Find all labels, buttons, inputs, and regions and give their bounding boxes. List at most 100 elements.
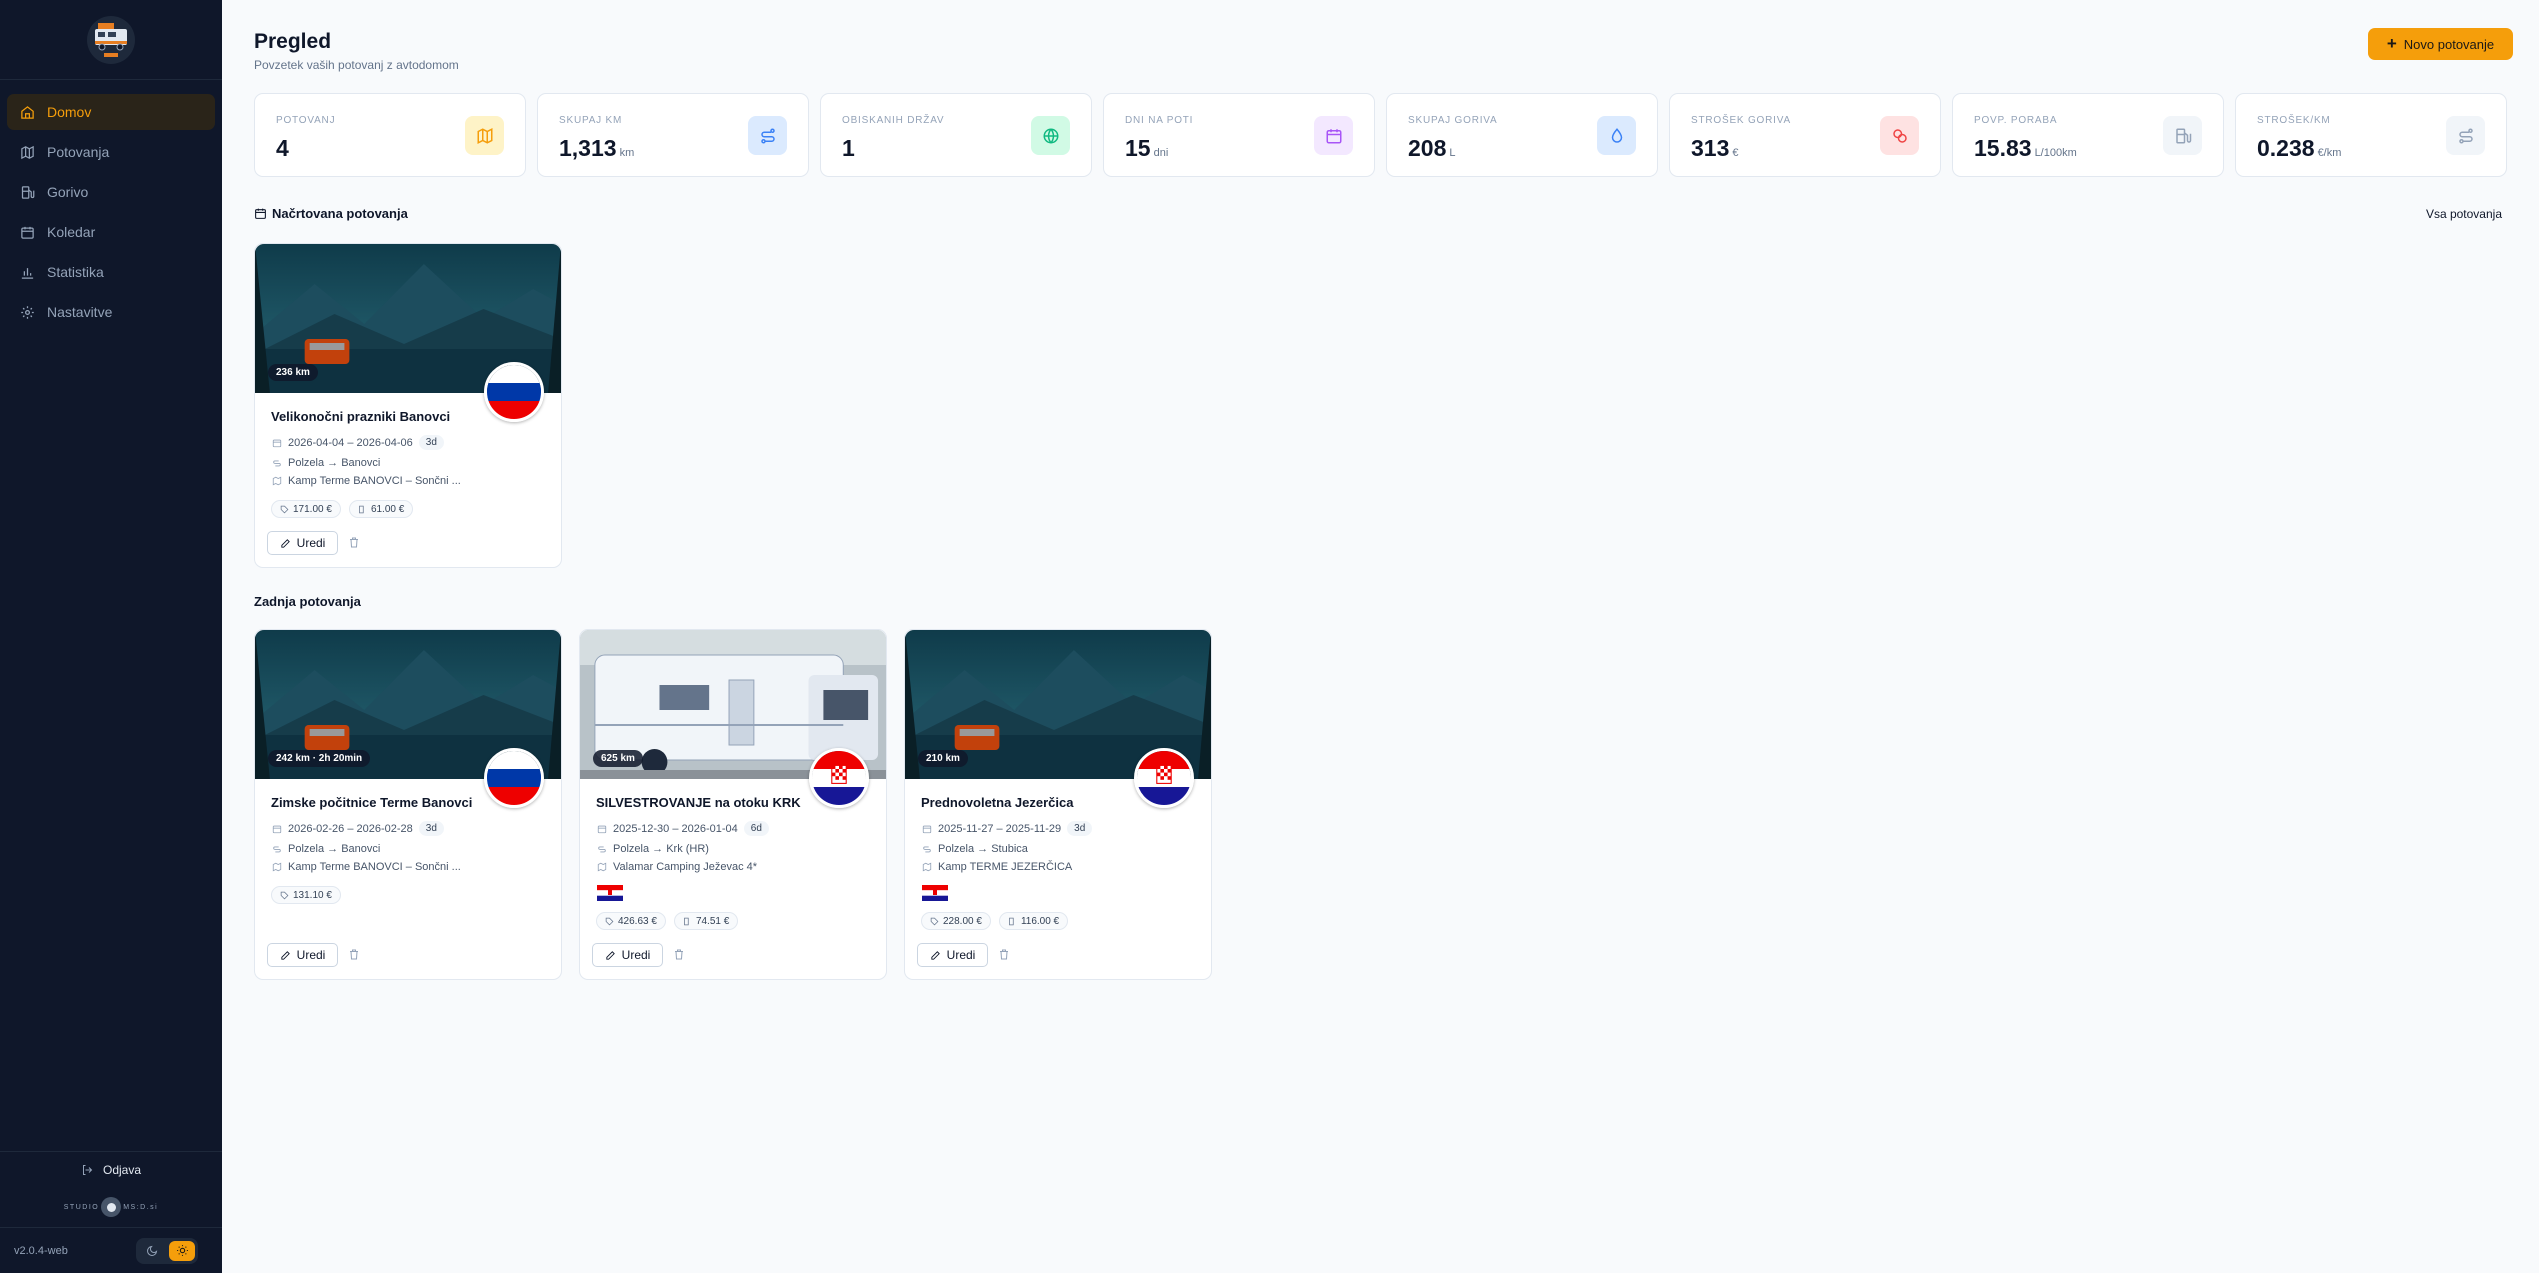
page-subtitle: Povzetek vaših potovanj z avtodomom (254, 58, 459, 72)
trip-dates: 2026-04-04 – 2026-04-06 3d (272, 435, 444, 450)
theme-toggle[interactable] (136, 1237, 198, 1264)
trip-distance-badge: 236 km (268, 364, 318, 381)
stat-label: POVP. PORABA (1974, 115, 2058, 126)
trip-title: Velikonočni prazniki Banovci (271, 409, 451, 424)
trip-card[interactable]: 625 km SILVESTROVANJE na otoku KRK 2025-… (579, 629, 887, 980)
trip-camp: Kamp Terme BANOVCI – Sončni ... (272, 475, 461, 487)
logout-icon (82, 1164, 93, 1175)
app-logo[interactable] (86, 15, 136, 65)
trip-route: Polzela → Banovci (272, 843, 380, 855)
calendar-icon (255, 208, 266, 219)
new-trip-button[interactable]: + Novo potovanje (2368, 28, 2513, 60)
map-icon (272, 476, 282, 486)
sidebar-item-label: Nastavitve (47, 304, 113, 320)
all-trips-link[interactable]: Vsa potovanja (2426, 207, 2502, 221)
sidebar-item-label: Koledar (47, 224, 96, 240)
slovenia-flag-icon (484, 748, 544, 808)
edit-icon (281, 950, 290, 960)
stats-row: POTOVANJ 4 SKUPAJ KM 1,313 km OBISKANIH D… (254, 93, 2507, 177)
fuel-icon (21, 185, 35, 199)
toll-cost-chip: 131.10 € (271, 886, 341, 904)
trash-icon[interactable] (673, 948, 685, 961)
trip-route: Polzela → Krk (HR) (597, 843, 709, 855)
globe-icon (1031, 116, 1070, 155)
trash-icon[interactable] (348, 536, 360, 549)
trip-camp: Valamar Camping Ježevac 4* (597, 861, 757, 873)
sidebar-item-nastavitve[interactable]: Nastavitve (7, 294, 215, 330)
trip-distance-badge: 210 km (918, 750, 968, 767)
trip-title: Prednovoletna Jezerčica (921, 795, 1074, 810)
studio-brand: STUDIO MS:D.si (0, 1187, 222, 1227)
home-icon (21, 105, 34, 119)
sidebar: Domov Potovanja Gorivo Koledar Statistik… (0, 0, 222, 1273)
trip-dates: 2025-12-30 – 2026-01-04 6d (597, 821, 769, 836)
fuel-icon (2163, 116, 2202, 155)
stat-card-consumption: POVP. PORABA 15.83 L/100km (1952, 93, 2224, 177)
trip-card[interactable]: 210 km Prednovoletna Jezerčica 2025-11-2… (904, 629, 1212, 980)
sidebar-item-gorivo[interactable]: Gorivo (7, 174, 215, 210)
trip-camp: Kamp TERME JEZERČICA (922, 861, 1072, 873)
route-icon (273, 460, 281, 467)
fuel-cost-chip: 74.51 € (673, 912, 739, 930)
sidebar-item-label: Potovanja (47, 144, 110, 160)
sidebar-item-label: Gorivo (47, 184, 89, 200)
moon-icon[interactable] (139, 1241, 165, 1261)
trash-icon[interactable] (348, 948, 360, 961)
trip-costs: 131.10 € (271, 886, 341, 904)
edit-trip-button[interactable]: Uredi (917, 943, 988, 967)
route-icon (748, 116, 787, 155)
stat-value: 15 dni (1125, 135, 1169, 161)
page-title: Pregled (254, 30, 332, 53)
calendar-icon (597, 825, 607, 833)
sidebar-nav: Domov Potovanja Gorivo Koledar Statistik… (0, 80, 222, 330)
sidebar-item-label: Statistika (47, 264, 104, 280)
sidebar-item-label: Domov (47, 104, 92, 120)
stat-value: 1 (842, 135, 855, 161)
fuel-cost-chip: 61.00 € (348, 500, 414, 518)
slovenia-flag-icon (484, 362, 544, 422)
edit-trip-button[interactable]: Uredi (592, 943, 663, 967)
stat-card-fuel: SKUPAJ GORIVA 208 L (1386, 93, 1658, 177)
plus-icon: + (2386, 34, 2397, 53)
edit-icon (606, 950, 615, 960)
sidebar-item-statistika[interactable]: Statistika (7, 254, 215, 290)
map-icon (597, 862, 607, 872)
trip-title: SILVESTROVANJE na otoku KRK (596, 795, 801, 810)
calendar-icon (1314, 116, 1353, 155)
edit-trip-button[interactable]: Uredi (267, 943, 338, 967)
logout-label: Odjava (102, 1162, 142, 1177)
trip-days-badge: 3d (1067, 821, 1093, 836)
route-icon (2446, 116, 2485, 155)
main-content: Pregled Povzetek vaših potovanj z avtodo… (222, 0, 2539, 1273)
stat-value: 15.83 L/100km (1974, 135, 2077, 161)
recent-section-title: Zadnja potovanja (254, 594, 361, 609)
trip-distance-badge: 625 km (593, 750, 643, 767)
trip-route: Polzela → Banovci (272, 457, 380, 469)
trip-card[interactable]: 236 km Velikonočni prazniki Banovci 2026… (254, 243, 562, 568)
stat-card-cost-per-km: STROŠEK/KM 0.238 €/km (2235, 93, 2507, 177)
stat-value: 208 L (1408, 135, 1456, 161)
trip-title: Zimske počitnice Terme Banovci (271, 795, 473, 810)
logout-button[interactable]: Odjava (0, 1151, 222, 1187)
croatia-flag-icon (809, 748, 869, 808)
trip-costs: 171.00 € 61.00 € (271, 500, 414, 518)
map-icon (272, 862, 282, 872)
droplet-icon (1597, 116, 1636, 155)
trip-days-badge: 3d (418, 435, 444, 450)
stat-card-days: DNI NA POTI 15 dni (1103, 93, 1375, 177)
sidebar-item-koledar[interactable]: Koledar (7, 214, 215, 250)
calendar-icon (272, 439, 282, 447)
edit-trip-button[interactable]: Uredi (267, 531, 338, 555)
croatia-flag-icon (922, 885, 948, 901)
trip-costs: 228.00 € 116.00 € (921, 912, 1069, 930)
trip-card[interactable]: 242 km · 2h 20min Zimske počitnice Terme… (254, 629, 562, 980)
route-icon (923, 846, 931, 853)
sidebar-item-potovanja[interactable]: Potovanja (7, 134, 215, 170)
calendar-icon (922, 825, 932, 833)
fuel-icon (359, 505, 364, 513)
trash-icon[interactable] (998, 948, 1010, 961)
sidebar-item-domov[interactable]: Domov (7, 94, 215, 130)
sun-icon[interactable] (169, 1240, 195, 1261)
version-label: v2.0.4-web (14, 1244, 68, 1257)
stat-card-km: SKUPAJ KM 1,313 km (537, 93, 809, 177)
